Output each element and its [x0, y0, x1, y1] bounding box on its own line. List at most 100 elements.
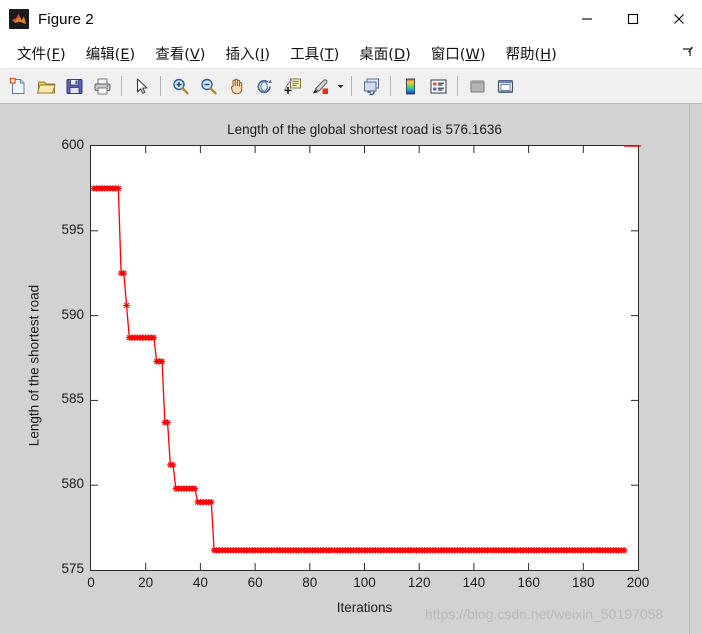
menu-insert[interactable]: 插入(I) — [215, 40, 280, 67]
plot-area[interactable] — [90, 145, 642, 571]
data-cursor-icon — [283, 78, 301, 94]
open-folder-icon — [36, 81, 56, 93]
menu-view-tail: ) — [199, 46, 206, 63]
x-tick-label: 100 — [353, 575, 376, 590]
x-tick-label: 0 — [87, 575, 95, 590]
menu-window[interactable]: 窗口(W) — [421, 40, 496, 67]
new-document-icon — [9, 77, 24, 94]
x-tick-label: 80 — [302, 575, 318, 590]
brush-dropdown-caret[interactable] — [334, 72, 346, 100]
figure-canvas[interactable]: Length of the global shortest road is 57… — [0, 104, 702, 634]
zoom-out-button[interactable] — [194, 72, 222, 100]
menu-insert-tail: ) — [264, 46, 271, 63]
window-title: Figure 2 — [38, 10, 94, 28]
printer-icon — [94, 78, 110, 94]
matlab-icon — [9, 9, 29, 29]
brush-icon — [312, 78, 328, 94]
zoom-out-icon — [200, 78, 217, 94]
menu-tools[interactable]: 工具(T) — [280, 40, 349, 67]
menu-help[interactable]: 帮助(H) — [496, 40, 567, 67]
axes-container: Length of the global shortest road is 57… — [0, 104, 690, 632]
y-tick-label: 580 — [61, 476, 84, 492]
menu-insert-text: 插入( — [225, 46, 261, 63]
link-plot-icon — [363, 78, 379, 95]
menu-tools-accel: T — [324, 46, 334, 63]
chevron-down-icon — [337, 84, 343, 88]
rotate-3d-button[interactable] — [250, 72, 278, 100]
save-figure-button[interactable] — [60, 72, 88, 100]
menu-help-accel: H — [540, 46, 552, 63]
x-tick-label: 40 — [192, 575, 208, 590]
maximize-button[interactable] — [610, 0, 656, 38]
hide-plot-tools-button[interactable] — [463, 72, 491, 100]
pan-button[interactable] — [222, 72, 250, 100]
x-tick-label: 60 — [247, 575, 263, 590]
brush-button[interactable] — [306, 72, 334, 100]
figure-window: Figure 2 文件(F) 编辑(E) 查看(V) 插入(I) 工具(T) 桌… — [0, 0, 702, 634]
dock-arrow-icon[interactable] — [681, 45, 694, 61]
toolbar-separator-5 — [457, 76, 458, 96]
hide-plot-tools-icon — [469, 79, 485, 93]
menu-view-text: 查看( — [155, 46, 190, 63]
chart-title: Length of the global shortest road is 57… — [227, 122, 502, 137]
arrow-pointer-icon — [136, 77, 148, 94]
show-plot-tools-button[interactable] — [491, 72, 519, 100]
menu-window-tail: ) — [479, 46, 486, 63]
x-tick-label: 20 — [138, 575, 154, 590]
save-disk-icon — [66, 78, 82, 94]
menu-view[interactable]: 查看(V) — [145, 40, 215, 67]
new-figure-button[interactable] — [4, 72, 32, 100]
toolbar-separator-3 — [351, 76, 352, 96]
x-tick-label: 140 — [462, 575, 486, 590]
legend-button[interactable] — [424, 72, 452, 100]
rotate-3d-icon — [257, 78, 272, 93]
zoom-in-button[interactable] — [166, 72, 194, 100]
menu-desktop[interactable]: 桌面(D) — [349, 40, 421, 67]
watermark-text: https://blog.csdn.net/weixin_50197058 — [425, 606, 664, 622]
menu-tools-text: 工具( — [290, 46, 325, 63]
y-tick-label: 575 — [61, 561, 84, 576]
menu-view-accel: V — [189, 46, 200, 63]
edit-plot-button[interactable] — [127, 72, 155, 100]
menu-window-accel: W — [465, 46, 480, 63]
y-tick-label: 590 — [61, 306, 84, 322]
menu-tools-tail: ) — [333, 46, 340, 63]
menu-window-text: 窗口( — [430, 46, 466, 63]
colorbar-icon — [405, 78, 415, 94]
x-tick-label: 120 — [407, 575, 431, 590]
menu-file-accel: F — [51, 46, 61, 63]
x-tick-label: 160 — [517, 575, 540, 590]
menu-edit-text: 编辑( — [85, 46, 121, 63]
menu-help-text: 帮助( — [505, 46, 541, 63]
data-plot — [90, 145, 642, 570]
menu-help-tail: ) — [551, 46, 557, 63]
y-tick-label: 585 — [61, 391, 84, 407]
y-tick-label: 595 — [61, 221, 84, 237]
title-bar: Figure 2 — [0, 0, 702, 38]
close-button[interactable] — [656, 0, 702, 38]
data-cursor-button[interactable] — [278, 72, 306, 100]
toolbar — [0, 68, 702, 104]
colorbar-button[interactable] — [396, 72, 424, 100]
menu-edit-tail: ) — [129, 46, 136, 63]
menu-file-text: 文件( — [17, 46, 52, 63]
y-tick-label: 600 — [61, 137, 84, 152]
y-axis-label: Length of the shortest road — [26, 284, 42, 447]
toolbar-separator-4 — [390, 76, 391, 96]
open-file-button[interactable] — [32, 72, 60, 100]
menu-desktop-accel: D — [393, 46, 406, 63]
menu-edit-accel: E — [120, 46, 130, 63]
menu-file[interactable]: 文件(F) — [7, 40, 76, 67]
window-controls — [564, 0, 702, 38]
menu-edit[interactable]: 编辑(E) — [76, 40, 146, 67]
hand-pan-icon — [230, 78, 242, 94]
show-plot-tools-icon — [497, 79, 513, 93]
link-plot-button[interactable] — [357, 72, 385, 100]
menu-desktop-tail: ) — [405, 46, 411, 63]
x-tick-label: 200 — [626, 575, 650, 590]
print-figure-button[interactable] — [88, 72, 116, 100]
toolbar-separator-2 — [160, 76, 161, 96]
minimize-button[interactable] — [564, 0, 610, 38]
zoom-in-icon — [172, 78, 189, 94]
menu-file-tail: ) — [60, 46, 66, 63]
